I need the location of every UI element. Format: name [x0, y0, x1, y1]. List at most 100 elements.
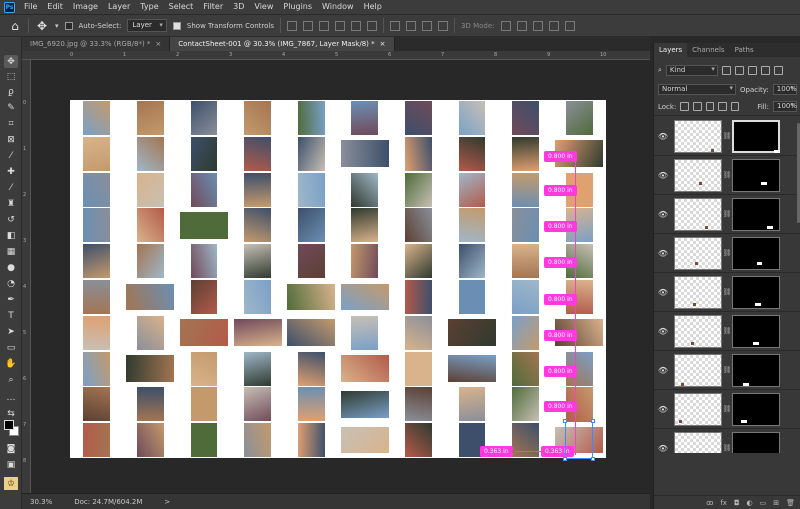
photo-thumbnail[interactable] — [458, 172, 486, 207]
show-transform-checkbox[interactable] — [172, 21, 181, 30]
photo-thumbnail[interactable] — [83, 315, 111, 350]
path-selection-tool-icon[interactable]: ➤ — [4, 325, 18, 338]
transform-handle[interactable] — [591, 419, 595, 423]
adjustment-icon[interactable]: ◐ — [747, 499, 753, 507]
layer-thumbnail[interactable] — [674, 119, 722, 153]
layer-thumbnail[interactable] — [674, 314, 722, 348]
menu-help[interactable]: Help — [359, 0, 387, 14]
photo-thumbnail[interactable] — [458, 208, 486, 243]
layer-thumbnail[interactable] — [674, 236, 722, 270]
menu-layer[interactable]: Layer — [103, 0, 135, 14]
document-canvas[interactable] — [70, 100, 606, 458]
photo-thumbnail[interactable] — [190, 279, 218, 314]
photo-thumbnail[interactable] — [340, 426, 389, 454]
link-icon[interactable]: ⛓ — [722, 132, 732, 140]
transform-bounding-box[interactable] — [563, 419, 595, 461]
layer-mask-thumbnail[interactable] — [732, 236, 780, 270]
layer-row[interactable]: 👁 ⛓ — [654, 195, 800, 234]
new-layer-icon[interactable]: ⊞ — [773, 499, 779, 507]
layer-mask-thumbnail[interactable] — [732, 275, 780, 309]
photo-thumbnail[interactable] — [297, 423, 325, 458]
tab-channels[interactable]: Channels — [687, 43, 729, 57]
photo-thumbnail[interactable] — [126, 283, 175, 311]
photo-thumbnail[interactable] — [137, 100, 164, 135]
auto-select-dropdown[interactable]: Layer — [127, 19, 167, 32]
photo-thumbnail[interactable] — [244, 172, 271, 207]
zoom-tool-icon[interactable]: ⌕ — [4, 373, 18, 386]
lasso-tool-icon[interactable]: ϼ — [4, 85, 18, 98]
visibility-eye-icon[interactable]: 👁 — [656, 444, 670, 453]
photo-thumbnail[interactable] — [405, 100, 432, 135]
photo-thumbnail[interactable] — [512, 351, 539, 386]
menu-filter[interactable]: Filter — [198, 0, 228, 14]
menu-select[interactable]: Select — [164, 0, 199, 14]
link-icon[interactable]: ꝏ — [706, 499, 713, 507]
photo-thumbnail[interactable] — [83, 387, 111, 422]
photo-thumbnail[interactable] — [447, 319, 497, 347]
close-icon[interactable]: × — [155, 40, 161, 48]
layer-row[interactable]: 👁 ⛓ — [654, 273, 800, 312]
photo-thumbnail[interactable] — [244, 423, 271, 458]
layer-row[interactable]: 👁 ⛓ — [654, 117, 800, 156]
photo-thumbnail[interactable] — [137, 136, 164, 171]
photo-thumbnail[interactable] — [297, 387, 325, 422]
photo-thumbnail[interactable] — [405, 387, 432, 422]
filter-type-icon[interactable] — [747, 66, 757, 75]
frame-tool-icon[interactable]: ⊠ — [4, 133, 18, 146]
quick-select-tool-icon[interactable]: ✎ — [4, 101, 18, 114]
more-tools-icon[interactable]: … — [4, 391, 18, 404]
photo-thumbnail[interactable] — [244, 208, 271, 243]
photo-thumbnail[interactable] — [405, 423, 432, 458]
link-icon[interactable]: ⛓ — [722, 366, 732, 374]
screen-mode-icon[interactable]: ▣ — [4, 458, 18, 471]
photo-thumbnail[interactable] — [244, 136, 271, 171]
layer-thumbnail[interactable] — [674, 275, 722, 309]
hand-tool-icon[interactable]: ✋ — [4, 357, 18, 370]
photo-thumbnail[interactable] — [405, 315, 432, 350]
photo-thumbnail[interactable] — [447, 355, 497, 382]
transform-handle[interactable] — [563, 419, 567, 423]
zoom-level[interactable]: 30.3% — [30, 498, 52, 506]
photo-thumbnail[interactable] — [340, 140, 389, 168]
align-middle-icon[interactable] — [351, 20, 362, 31]
fx-icon[interactable]: fx — [720, 499, 727, 507]
layer-row[interactable]: 👁 ⛓ — [654, 234, 800, 273]
menu-image[interactable]: Image — [68, 0, 103, 14]
fill-input[interactable]: 100% — [773, 101, 797, 112]
transform-handle[interactable] — [591, 457, 595, 461]
align-center-icon[interactable] — [303, 20, 314, 31]
3d-scale-icon[interactable] — [564, 20, 575, 31]
layer-mask-thumbnail[interactable] — [732, 431, 780, 453]
layer-thumbnail[interactable] — [674, 353, 722, 387]
photo-thumbnail[interactable] — [190, 387, 218, 422]
mask-icon[interactable]: ◘ — [734, 499, 740, 507]
distribute-icon[interactable] — [390, 20, 401, 31]
healing-brush-tool-icon[interactable]: ✚ — [4, 165, 18, 178]
photo-thumbnail[interactable] — [126, 355, 175, 382]
layer-mask-thumbnail[interactable] — [732, 119, 780, 153]
photo-thumbnail[interactable] — [244, 244, 271, 279]
photo-thumbnail[interactable] — [190, 136, 218, 171]
3d-orbit-icon[interactable] — [500, 20, 511, 31]
photo-thumbnail[interactable] — [137, 172, 164, 207]
photo-thumbnail[interactable] — [512, 244, 539, 279]
layer-mask-thumbnail[interactable] — [732, 353, 780, 387]
layer-row[interactable]: 👁 ⛓ — [654, 429, 800, 453]
photo-thumbnail[interactable] — [458, 279, 486, 314]
photo-thumbnail[interactable] — [83, 208, 111, 243]
layer-row[interactable]: 👁 ⛓ — [654, 351, 800, 390]
photo-thumbnail[interactable] — [565, 100, 593, 135]
layer-mask-thumbnail[interactable] — [732, 392, 780, 426]
menu-3d[interactable]: 3D — [228, 0, 249, 14]
menu-view[interactable]: View — [249, 0, 278, 14]
photo-thumbnail[interactable] — [190, 100, 218, 135]
crop-tool-icon[interactable]: ⌗ — [4, 117, 18, 130]
visibility-eye-icon[interactable]: 👁 — [656, 210, 670, 219]
photo-thumbnail[interactable] — [458, 100, 486, 135]
visibility-eye-icon[interactable]: 👁 — [656, 327, 670, 336]
photo-thumbnail[interactable] — [83, 423, 111, 458]
photo-thumbnail[interactable] — [190, 423, 218, 458]
move-tool-icon[interactable]: ✥ — [35, 19, 49, 33]
photo-thumbnail[interactable] — [83, 351, 111, 386]
photo-thumbnail[interactable] — [244, 279, 271, 314]
